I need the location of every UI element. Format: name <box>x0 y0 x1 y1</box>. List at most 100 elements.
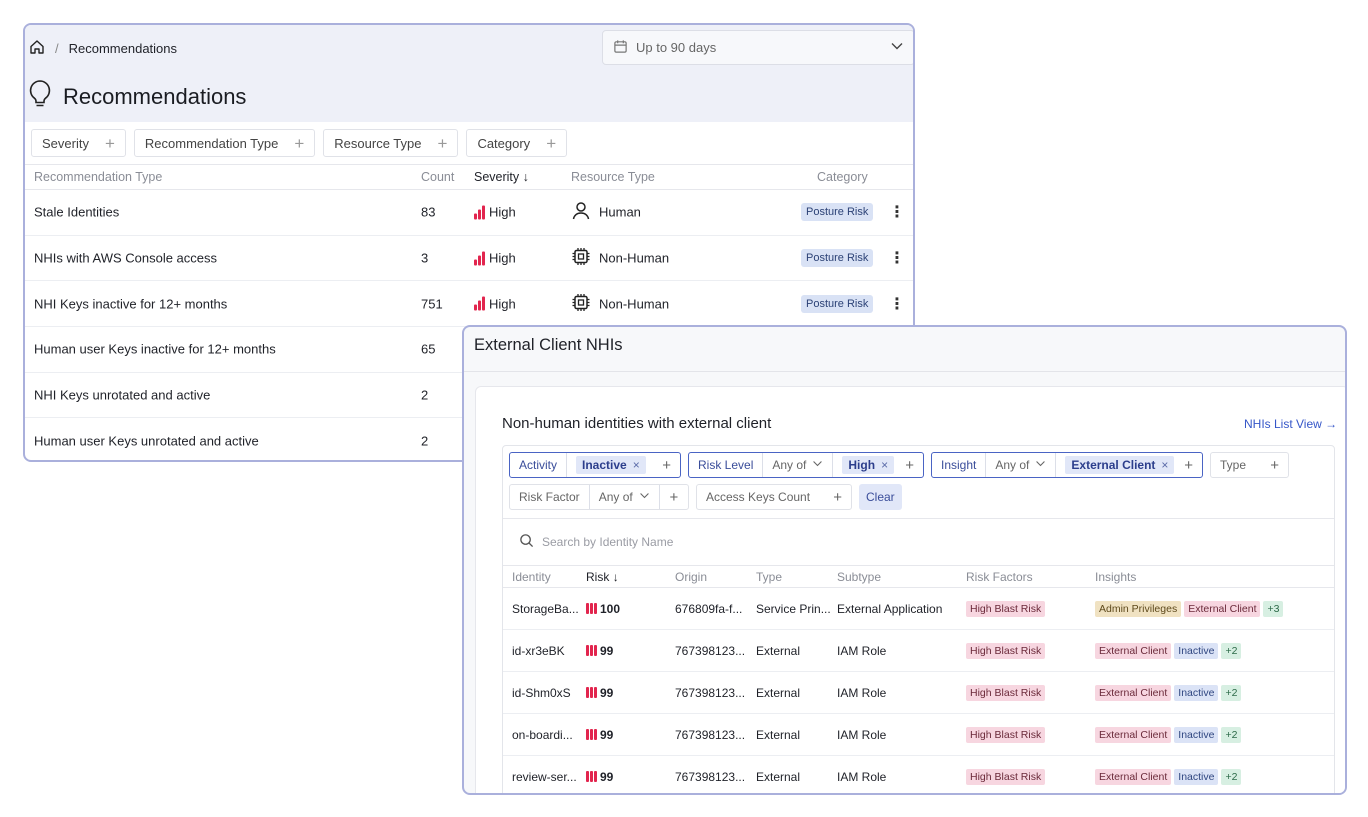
nhi-table-container: Activity Inactive × + Risk Level Any of H… <box>502 445 1335 793</box>
rec-count: 2 <box>421 433 429 449</box>
filter-pill[interactable]: External Client × <box>1065 456 1175 474</box>
col-subtype[interactable]: Subtype <box>837 570 881 584</box>
filter-access-keys-count[interactable]: Access Keys Count + <box>696 484 852 510</box>
risk-score: 100 <box>600 601 621 616</box>
severity-label: High <box>489 250 516 266</box>
filter-label: Resource Type <box>334 135 422 151</box>
insight-tag: External Client <box>1095 726 1172 743</box>
severity-cell: High <box>474 251 516 266</box>
clear-filters-button[interactable]: Clear <box>859 484 902 510</box>
plus-icon[interactable]: + <box>1184 457 1193 474</box>
col-recommendation-type[interactable]: Recommendation Type <box>34 170 162 184</box>
plus-icon: + <box>437 133 448 153</box>
col-type[interactable]: Type <box>756 570 782 584</box>
col-insights[interactable]: Insights <box>1095 570 1136 584</box>
nhis-list-view-link[interactable]: NHIs List View → <box>1244 417 1337 431</box>
insight-tag: Inactive <box>1174 768 1219 785</box>
insights-cell: External Client Inactive +2 <box>1095 726 1242 743</box>
filter-risk-factor[interactable]: Risk Factor Any of + <box>509 484 689 510</box>
date-range-label: Up to 90 days <box>636 40 717 55</box>
breadcrumb-current: Recommendations <box>68 41 178 56</box>
risk-factor-tag: High Blast Risk <box>966 768 1046 785</box>
severity-cell: High <box>474 296 516 311</box>
search-bar[interactable]: Search by Identity Name <box>503 518 1334 566</box>
operator-label: Any of <box>598 490 633 504</box>
insight-more-tag[interactable]: +2 <box>1221 642 1242 659</box>
calendar-icon <box>613 39 628 57</box>
date-range-select[interactable]: Up to 90 days <box>602 30 913 65</box>
col-category[interactable]: Category <box>817 170 868 184</box>
table-row[interactable]: Stale Identities 83 High Human Posture R… <box>25 190 913 236</box>
filter-operator[interactable]: Any of <box>763 453 834 477</box>
col-identity[interactable]: Identity <box>512 570 551 584</box>
filter-type[interactable]: Type + <box>1210 452 1289 478</box>
plus-icon[interactable]: + <box>669 489 678 506</box>
operator-label: Any of <box>772 458 807 472</box>
col-severity[interactable]: Severity ↓ <box>474 170 529 184</box>
filter-label: Category <box>477 135 531 151</box>
search-icon <box>519 533 534 551</box>
table-row[interactable]: review-ser... 99 767398123... External I… <box>503 756 1334 793</box>
filter-severity[interactable]: Severity + <box>31 129 126 157</box>
close-icon[interactable]: × <box>633 458 640 472</box>
close-icon[interactable]: × <box>1161 458 1168 472</box>
insight-more-tag[interactable]: +2 <box>1221 726 1242 743</box>
more-vertical-icon[interactable]: ⋮ <box>889 248 905 268</box>
insights-cell: External Client Inactive +2 <box>1095 642 1242 659</box>
chevron-down-icon <box>639 490 650 504</box>
plus-icon[interactable]: + <box>905 457 914 474</box>
col-origin[interactable]: Origin <box>675 570 707 584</box>
filter-resource-type[interactable]: Resource Type + <box>323 129 459 157</box>
col-risk[interactable]: Risk ↓ <box>586 570 619 584</box>
rec-type: NHIs with AWS Console access <box>34 250 218 266</box>
rec-type: Stale Identities <box>34 204 120 220</box>
filter-activity[interactable]: Activity Inactive × + <box>509 452 681 478</box>
col-count[interactable]: Count <box>421 170 454 184</box>
risk-factor-tag: High Blast Risk <box>966 684 1046 701</box>
plus-icon: + <box>546 133 557 153</box>
table-row[interactable]: id-xr3eBK 99 767398123... External IAM R… <box>503 630 1334 672</box>
table-row[interactable]: id-Shm0xS 99 767398123... External IAM R… <box>503 672 1334 714</box>
table-row[interactable]: NHI Keys inactive for 12+ months 751 Hig… <box>25 281 913 328</box>
risk-cell: 99 <box>586 686 613 700</box>
filter-pill[interactable]: High × <box>842 456 895 474</box>
col-risk-label: Risk <box>586 570 610 584</box>
filter-pill[interactable]: Inactive × <box>576 456 646 474</box>
filter-recommendation-type[interactable]: Recommendation Type + <box>133 129 316 157</box>
close-icon[interactable]: × <box>881 458 888 472</box>
filter-label: Activity <box>510 453 568 477</box>
rec-count: 2 <box>421 387 429 403</box>
filter-risk-level[interactable]: Risk Level Any of High × + <box>688 452 924 478</box>
insight-more-tag[interactable]: +2 <box>1221 768 1242 785</box>
search-input[interactable]: Search by Identity Name <box>542 535 673 549</box>
category-badge: Posture Risk <box>801 203 874 222</box>
insights-cell: Admin Privileges External Client +3 <box>1095 600 1284 617</box>
external-client-nhis-panel: External Client NHIs Non-human identitie… <box>462 325 1347 795</box>
breadcrumb: / Recommendations <box>29 39 177 58</box>
col-risk-factors[interactable]: Risk Factors <box>966 570 1033 584</box>
filter-insight[interactable]: Insight Any of External Client × + <box>931 452 1203 478</box>
insight-more-tag[interactable]: +2 <box>1221 684 1242 701</box>
subtype: External Application <box>837 601 943 616</box>
more-vertical-icon[interactable]: ⋮ <box>889 202 905 222</box>
plus-icon: + <box>294 133 305 153</box>
table-row[interactable]: StorageBa... 100 676809fa-f... Service P… <box>503 588 1334 630</box>
origin: 767398123... <box>675 643 746 658</box>
rec-count: 65 <box>421 341 436 357</box>
insight-more-tag[interactable]: +3 <box>1263 600 1284 617</box>
filter-operator[interactable]: Any of <box>590 485 660 509</box>
insights-cell: External Client Inactive +2 <box>1095 684 1242 701</box>
risk-bars-icon <box>586 687 597 698</box>
filter-category[interactable]: Category + <box>466 129 568 157</box>
filter-operator[interactable]: Any of <box>986 453 1057 477</box>
plus-icon: + <box>104 133 115 153</box>
table-row[interactable]: NHIs with AWS Console access 3 High Non-… <box>25 236 913 282</box>
more-vertical-icon[interactable]: ⋮ <box>889 294 905 314</box>
insight-tag: External Client <box>1095 684 1172 701</box>
col-resource-type[interactable]: Resource Type <box>571 170 655 184</box>
home-icon[interactable] <box>29 39 45 58</box>
table-row[interactable]: on-boardi... 99 767398123... External IA… <box>503 714 1334 756</box>
lightbulb-icon <box>27 79 53 114</box>
filter-value-area: High × + <box>833 453 923 477</box>
plus-icon[interactable]: + <box>662 457 671 474</box>
